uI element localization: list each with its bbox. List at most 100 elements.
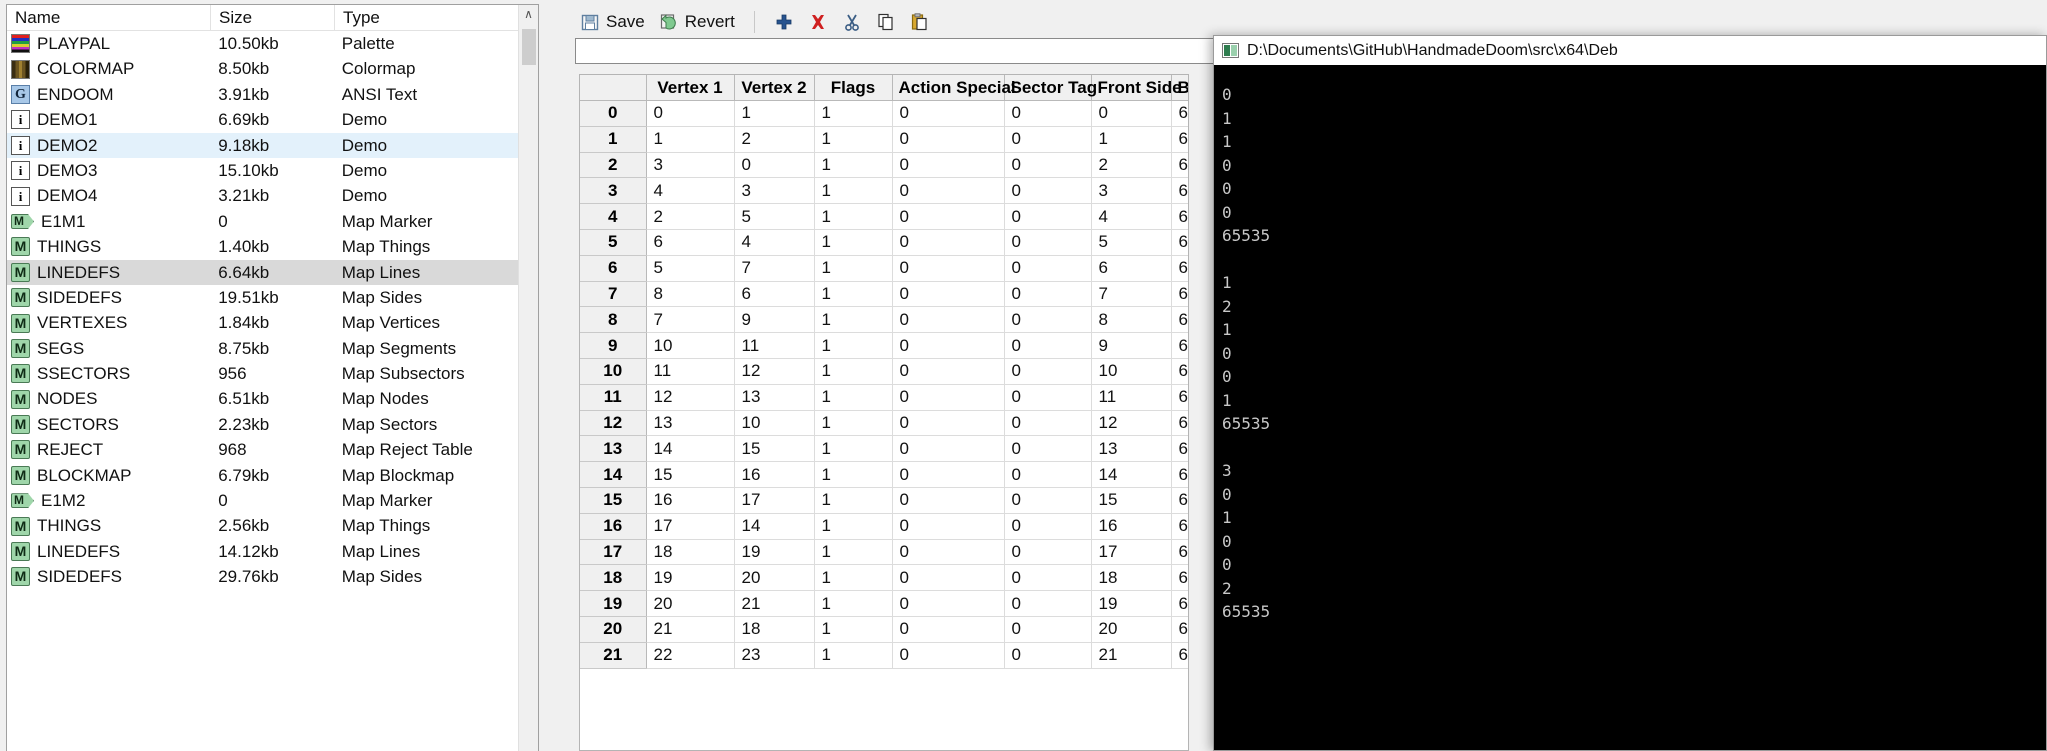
grid-cell[interactable]: 65535 xyxy=(1171,642,1188,669)
grid-cell[interactable]: 5 xyxy=(646,255,735,282)
grid-row-index[interactable]: 20 xyxy=(580,616,647,643)
grid-cell[interactable]: 1 xyxy=(646,126,735,153)
grid-cell[interactable]: 65535 xyxy=(1171,126,1188,153)
revert-button[interactable]: Revert xyxy=(652,7,742,37)
grid-cell[interactable]: 0 xyxy=(1004,616,1092,643)
grid-cell[interactable]: 65535 xyxy=(1171,358,1188,385)
delete-button[interactable] xyxy=(801,7,835,37)
grid-cell[interactable]: 0 xyxy=(1004,255,1092,282)
grid-cell[interactable]: 65535 xyxy=(1171,281,1188,308)
grid-cell[interactable]: 65535 xyxy=(1171,384,1188,411)
entry-list-item[interactable]: i DEMO1 6.69kb Demo xyxy=(7,107,538,132)
grid-cell[interactable]: 11 xyxy=(646,358,735,385)
grid-row-index[interactable]: 7 xyxy=(580,281,647,308)
grid-cell[interactable]: 65535 xyxy=(1171,564,1188,592)
grid-cell[interactable]: 0 xyxy=(892,281,1005,308)
grid-cell[interactable]: 9 xyxy=(734,306,815,334)
grid-column-header[interactable]: Sector Tag xyxy=(1004,75,1097,101)
grid-cell[interactable]: 19 xyxy=(734,539,815,566)
grid-cell[interactable]: 0 xyxy=(892,358,1005,385)
grid-row[interactable]: 1314151001365535 xyxy=(580,435,1188,463)
grid-cell[interactable]: 0 xyxy=(892,152,1005,179)
grid-cell[interactable]: 14 xyxy=(734,513,815,540)
grid-cell[interactable]: 13 xyxy=(1091,435,1172,463)
grid-cell[interactable]: 5 xyxy=(1091,229,1172,256)
grid-row-index[interactable]: 1 xyxy=(580,126,647,153)
grid-row[interactable]: 564100565535 xyxy=(580,229,1188,256)
entry-list-item[interactable]: M NODES 6.51kb Map Nodes xyxy=(7,386,538,411)
grid-row-index[interactable]: 21 xyxy=(580,642,647,669)
grid-cell[interactable]: 0 xyxy=(892,513,1005,540)
column-header-name[interactable]: Name xyxy=(7,5,211,30)
grid-cell[interactable]: 1 xyxy=(814,461,893,488)
grid-cell[interactable]: 0 xyxy=(892,590,1005,617)
grid-cell[interactable]: 10 xyxy=(734,410,815,437)
grid-cell[interactable]: 9 xyxy=(1091,332,1172,359)
grid-cell[interactable]: 6 xyxy=(1091,255,1172,282)
grid-cell[interactable]: 16 xyxy=(1091,513,1172,540)
grid-row[interactable]: 1516171001565535 xyxy=(580,487,1188,514)
grid-cell[interactable]: 1 xyxy=(814,358,893,385)
grid-cell[interactable]: 8 xyxy=(1091,306,1172,334)
grid-column-header[interactable]: Action Special xyxy=(892,75,1016,101)
grid-cell[interactable]: 18 xyxy=(1091,564,1172,592)
grid-row-index[interactable]: 3 xyxy=(580,177,647,205)
grid-cell[interactable]: 0 xyxy=(892,306,1005,334)
grid-cell[interactable]: 0 xyxy=(1004,281,1092,308)
grid-row[interactable]: 2021181002065535 xyxy=(580,616,1188,643)
grid-cell[interactable]: 65535 xyxy=(1171,229,1188,256)
grid-row-index[interactable]: 4 xyxy=(580,203,647,230)
grid-cell[interactable]: 11 xyxy=(1091,384,1172,411)
grid-cell[interactable]: 1 xyxy=(814,177,893,205)
grid-cell[interactable]: 0 xyxy=(892,100,1005,127)
entry-list[interactable]: Name Size Type PLAYPAL 10.50kb Palette COLO… xyxy=(6,4,539,751)
grid-row-index[interactable]: 11 xyxy=(580,384,647,411)
grid-column-header[interactable]: Vertex 1 xyxy=(646,75,735,101)
grid-cell[interactable]: 65535 xyxy=(1171,100,1188,127)
entry-list-item[interactable]: M BLOCKMAP 6.79kb Map Blockmap xyxy=(7,463,538,488)
grid-row[interactable]: 425100465535 xyxy=(580,203,1188,230)
grid-cell[interactable]: 65535 xyxy=(1171,487,1188,514)
grid-row-index[interactable]: 0 xyxy=(580,100,647,127)
grid-cell[interactable]: 0 xyxy=(1004,152,1092,179)
entry-list-item[interactable]: M THINGS 1.40kb Map Things xyxy=(7,234,538,259)
grid-row[interactable]: 112100165535 xyxy=(580,126,1188,153)
grid-cell[interactable]: 0 xyxy=(892,332,1005,359)
grid-cell[interactable]: 1 xyxy=(814,642,893,669)
entry-list-item[interactable]: M SECTORS 2.23kb Map Sectors xyxy=(7,412,538,437)
grid-cell[interactable]: 65535 xyxy=(1171,616,1188,643)
grid-cell[interactable]: 4 xyxy=(646,177,735,205)
grid-row-index[interactable]: 10 xyxy=(580,358,647,385)
grid-row[interactable]: 1213101001265535 xyxy=(580,410,1188,437)
grid-cell[interactable]: 18 xyxy=(646,539,735,566)
grid-cell[interactable]: 65535 xyxy=(1171,332,1188,359)
grid-row-index[interactable]: 5 xyxy=(580,229,647,256)
grid-row[interactable]: 343100365535 xyxy=(580,177,1188,205)
grid-cell[interactable]: 21 xyxy=(1091,642,1172,669)
grid-cell[interactable]: 1 xyxy=(1091,126,1172,153)
grid-cell[interactable]: 2 xyxy=(646,203,735,230)
console-title-bar[interactable]: D:\Documents\GitHub\HandmadeDoom\src\x64… xyxy=(1214,36,2046,65)
grid-cell[interactable]: 0 xyxy=(1004,487,1092,514)
grid-cell[interactable]: 1 xyxy=(814,229,893,256)
grid-cell[interactable]: 21 xyxy=(646,616,735,643)
entry-list-item[interactable]: M LINEDEFS 6.64kb Map Lines xyxy=(7,259,538,285)
grid-cell[interactable]: 65535 xyxy=(1171,513,1188,540)
grid-cell[interactable]: 0 xyxy=(892,461,1005,488)
grid-cell[interactable]: 0 xyxy=(1004,435,1092,463)
entry-list-item[interactable]: M SSECTORS 956 Map Subsectors xyxy=(7,361,538,386)
grid-cell[interactable]: 1 xyxy=(814,590,893,617)
grid-cell[interactable]: 65535 xyxy=(1171,203,1188,230)
grid-cell[interactable]: 1 xyxy=(814,435,893,463)
grid-cell[interactable]: 0 xyxy=(892,384,1005,411)
panel-splitter[interactable] xyxy=(545,0,555,751)
grid-cell[interactable]: 0 xyxy=(892,229,1005,256)
grid-cell[interactable]: 0 xyxy=(892,126,1005,153)
grid-row-index[interactable]: 16 xyxy=(580,513,647,540)
grid-cell[interactable]: 1 xyxy=(734,100,815,127)
grid-column-header[interactable]: Front Side xyxy=(1091,75,1182,101)
grid-cell[interactable]: 1 xyxy=(814,487,893,514)
linedefs-grid[interactable]: Vertex 1 Vertex 2 Flags Action Special Secto… xyxy=(579,74,1189,751)
save-button[interactable]: Save xyxy=(573,7,652,37)
entry-list-item[interactable]: COLORMAP 8.50kb Colormap xyxy=(7,56,538,81)
